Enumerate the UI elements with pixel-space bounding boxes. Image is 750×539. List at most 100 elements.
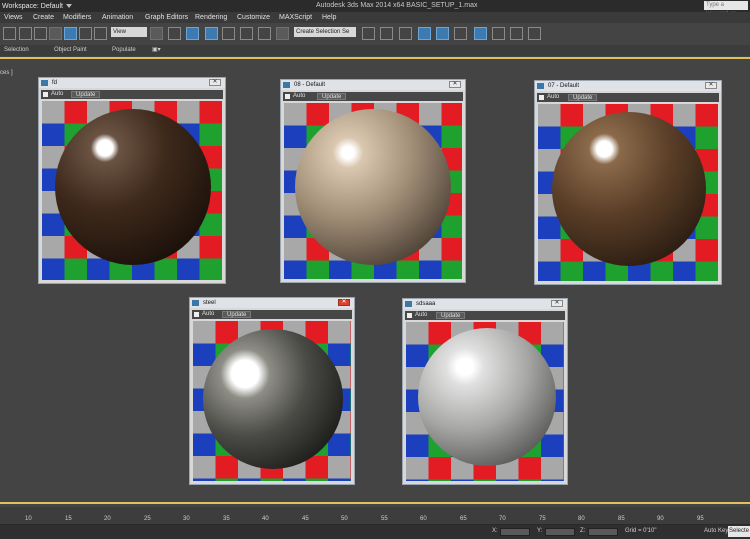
y-coordinate-field[interactable]	[545, 528, 575, 536]
window-crossing-icon[interactable]	[49, 27, 62, 40]
x-coordinate-field[interactable]	[500, 528, 530, 536]
app-icon	[192, 300, 199, 306]
render-production-icon[interactable]	[528, 27, 541, 40]
select-icon[interactable]	[19, 27, 32, 40]
percent-snap-icon[interactable]	[240, 27, 253, 40]
mirror-icon[interactable]	[362, 27, 375, 40]
ribbon-tab-selection[interactable]: Selection	[4, 47, 29, 53]
auto-label: Auto	[202, 311, 215, 317]
reference-coordinate-dropdown[interactable]: View	[111, 27, 147, 37]
menu-animation[interactable]: Animation	[102, 14, 133, 21]
material-sphere	[55, 109, 211, 265]
tick-label: 75	[539, 516, 546, 522]
auto-checkbox[interactable]	[539, 95, 544, 100]
snap-toggle-icon[interactable]	[205, 27, 218, 40]
tick-label: 10	[25, 516, 32, 522]
material-window-sdsaaa[interactable]: sdsaaa ✕ Auto Update	[402, 298, 568, 485]
close-icon[interactable]: ✕	[551, 300, 563, 307]
menu-create[interactable]: Create	[33, 14, 54, 21]
material-window-fd[interactable]: fd ✕ Auto Update	[38, 77, 226, 284]
update-button[interactable]: Update	[222, 311, 252, 318]
ribbon-options-icon[interactable]: ▣▾	[152, 46, 161, 53]
auto-checkbox[interactable]	[407, 313, 412, 318]
menu-bar: Views Create Modifiers Animation Graph E…	[0, 12, 750, 23]
grid-size-readout: Grid = 0'10"	[625, 528, 657, 534]
schematic-view-icon[interactable]	[454, 27, 467, 40]
close-icon[interactable]: ✕	[338, 299, 350, 306]
move-icon[interactable]	[64, 27, 77, 40]
close-icon[interactable]: ✕	[705, 82, 717, 89]
scale-icon[interactable]	[94, 27, 107, 40]
auto-checkbox[interactable]	[194, 312, 199, 317]
select-manipulate-icon[interactable]	[168, 27, 181, 40]
time-ruler[interactable]: 10 15 20 25 30 35 40 45 50 55 60 65 70 7…	[0, 507, 750, 525]
ribbon-tabs: Selection Object Paint Populate ▣▾	[0, 45, 750, 56]
auto-checkbox[interactable]	[285, 94, 290, 99]
x-coordinate-label: X:	[492, 528, 498, 534]
workspace-selector[interactable]: Workspace: Default	[0, 1, 74, 11]
selected-dropdown[interactable]: Selecte	[728, 526, 750, 537]
rect-region-icon[interactable]	[34, 27, 47, 40]
curve-editor-icon[interactable]	[436, 27, 449, 40]
tick-label: 30	[183, 516, 190, 522]
material-window-steel[interactable]: steel ✕ Auto Update	[189, 297, 355, 485]
viewport-label[interactable]: ces ]	[0, 70, 13, 76]
app-icon	[405, 301, 412, 307]
align-icon[interactable]	[380, 27, 393, 40]
update-button[interactable]: Update	[436, 312, 466, 319]
menu-modifiers[interactable]: Modifiers	[63, 14, 91, 21]
update-button[interactable]: Update	[568, 94, 598, 101]
named-selection-set-dropdown[interactable]: Create Selection Se	[294, 27, 356, 37]
title-bar: Workspace: Default Autodesk 3ds Max 2014…	[0, 0, 750, 26]
menu-help[interactable]: Help	[322, 14, 336, 21]
tick-label: 35	[223, 516, 230, 522]
menu-maxscript[interactable]: MAXScript	[279, 14, 312, 21]
main-toolbar: View Create Selection Se	[0, 23, 750, 46]
menu-customize[interactable]: Customize	[237, 14, 270, 21]
tick-label: 80	[578, 516, 585, 522]
material-preview	[538, 104, 718, 281]
graphite-ribbon-icon[interactable]	[418, 27, 431, 40]
app-icon	[283, 82, 290, 88]
pivot-icon[interactable]	[150, 27, 163, 40]
material-preview	[406, 322, 564, 481]
tick-label: 55	[381, 516, 388, 522]
z-coordinate-field[interactable]	[588, 528, 618, 536]
ribbon-tab-object-paint[interactable]: Object Paint	[54, 47, 87, 53]
material-preview	[193, 321, 351, 481]
auto-checkbox[interactable]	[43, 92, 48, 97]
material-editor-icon[interactable]	[474, 27, 487, 40]
material-window-08-default[interactable]: 08 - Default ✕ Auto Update	[280, 79, 466, 283]
material-preview	[42, 101, 222, 280]
menu-graph-editors[interactable]: Graph Editors	[145, 14, 188, 21]
edit-named-selection-icon[interactable]	[276, 27, 289, 40]
search-input[interactable]: Type a keyword or phrase	[704, 1, 748, 26]
auto-key-button[interactable]: Auto Key	[704, 528, 728, 534]
material-window-07-default[interactable]: 07 - Default ✕ Auto Update	[534, 80, 722, 285]
tick-label: 25	[144, 516, 151, 522]
close-icon[interactable]: ✕	[209, 79, 221, 86]
close-icon[interactable]: ✕	[449, 81, 461, 88]
menu-rendering[interactable]: Rendering	[195, 14, 227, 21]
ribbon-tab-populate[interactable]: Populate	[112, 47, 136, 53]
render-setup-icon[interactable]	[492, 27, 505, 40]
keyboard-shortcut-icon[interactable]	[186, 27, 199, 40]
spinner-snap-icon[interactable]	[258, 27, 271, 40]
menu-views[interactable]: Views	[4, 14, 23, 21]
angle-snap-icon[interactable]	[222, 27, 235, 40]
layer-manager-icon[interactable]	[399, 27, 412, 40]
tick-label: 85	[618, 516, 625, 522]
auto-label: Auto	[51, 91, 64, 97]
update-button[interactable]: Update	[71, 91, 101, 98]
window-title: steel	[190, 298, 354, 308]
options-bar: Auto Update	[405, 311, 565, 320]
rendered-frame-window-icon[interactable]	[510, 27, 523, 40]
options-bar: Auto Update	[537, 93, 719, 102]
material-sphere	[418, 328, 556, 466]
undo-icon[interactable]	[3, 27, 16, 40]
update-button[interactable]: Update	[317, 93, 347, 100]
tick-label: 90	[657, 516, 664, 522]
rotate-icon[interactable]	[79, 27, 92, 40]
options-bar: Auto Update	[283, 92, 463, 101]
tick-label: 50	[341, 516, 348, 522]
